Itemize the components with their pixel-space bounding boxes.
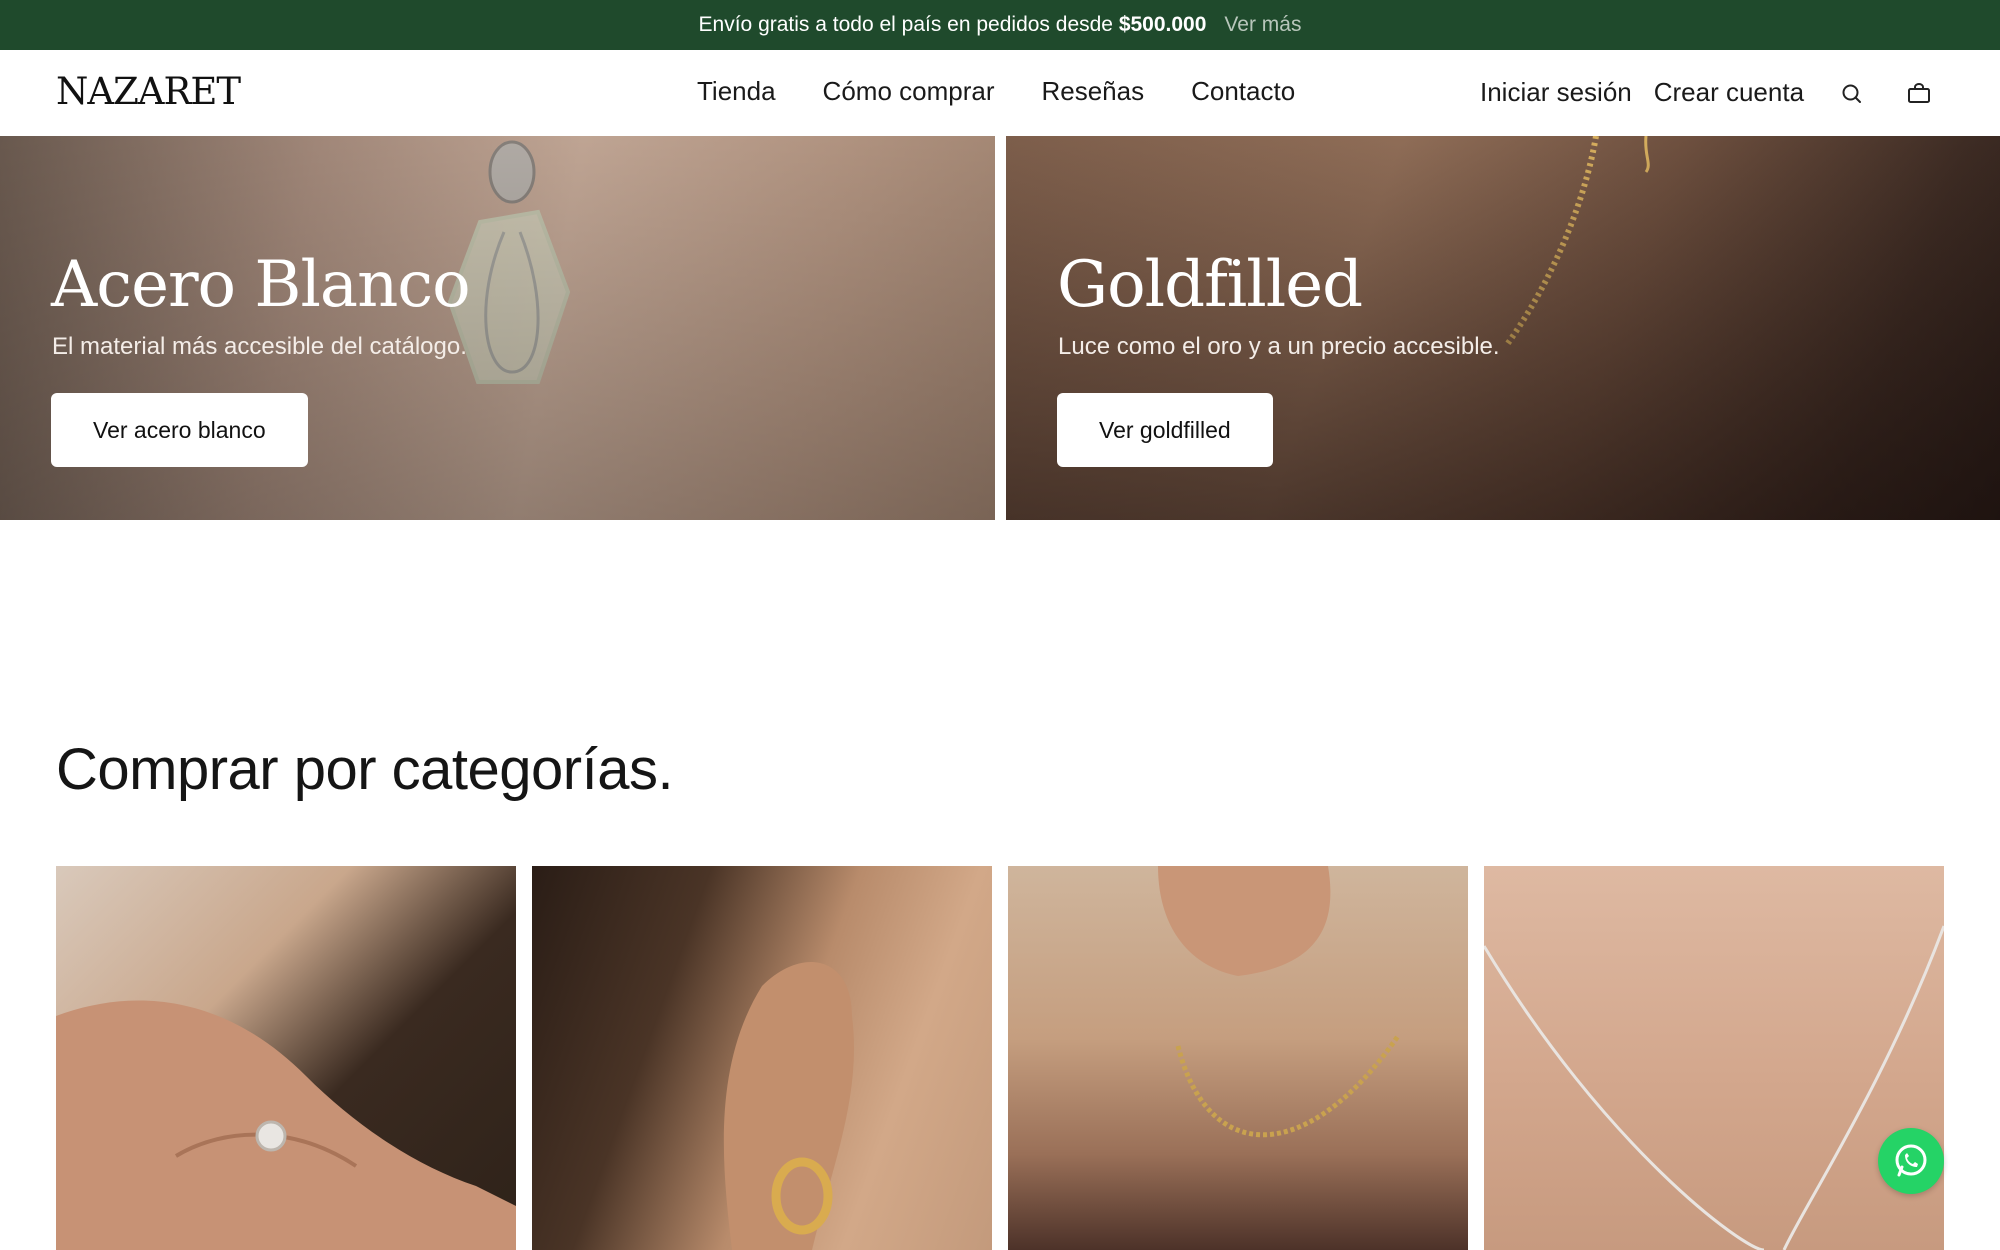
- brand-logo[interactable]: NAZARET: [56, 70, 241, 113]
- cart-icon[interactable]: [1905, 80, 1933, 108]
- gold-necklace-photo: [1158, 866, 1401, 1138]
- whatsapp-button[interactable]: [1878, 1128, 1944, 1194]
- ver-goldfilled-button[interactable]: Ver goldfilled: [1057, 393, 1273, 467]
- category-card-silver-necklaces[interactable]: [1484, 866, 1944, 1250]
- search-icon[interactable]: [1838, 80, 1866, 108]
- category-card-earrings[interactable]: [532, 866, 992, 1250]
- nav-item-como-comprar[interactable]: Cómo comprar: [823, 76, 995, 107]
- ring-photo: [56, 1000, 516, 1250]
- hero-subtitle: El material más accesible del catálogo.: [52, 333, 467, 360]
- nav-item-contacto[interactable]: Contacto: [1191, 76, 1295, 107]
- hero-acero-blanco: Acero Blanco El material más accesible d…: [0, 136, 995, 520]
- hero-subtitle: Luce como el oro y a un precio accesible…: [1058, 333, 1500, 360]
- category-card-rings[interactable]: [56, 866, 516, 1250]
- announcement-more-link[interactable]: Ver más: [1224, 13, 1301, 37]
- announcement-bar: Envío gratis a todo el país en pedidos d…: [0, 0, 2000, 50]
- site-header: NAZARET Tienda Cómo comprar Reseñas Cont…: [0, 50, 2000, 136]
- announcement-text: Envío gratis a todo el país en pedidos d…: [698, 13, 1207, 36]
- whatsapp-icon: [1895, 1144, 1927, 1177]
- hero-title: Goldfilled: [1057, 248, 1363, 322]
- hero-goldfilled: Goldfilled Luce como el oro y a un preci…: [1006, 136, 2000, 520]
- shipping-threshold: $500.000: [1118, 13, 1207, 36]
- register-link[interactable]: Crear cuenta: [1654, 77, 1804, 108]
- nav-item-resenas[interactable]: Reseñas: [1041, 76, 1144, 107]
- ver-acero-blanco-button[interactable]: Ver acero blanco: [51, 393, 308, 467]
- main-nav: Tienda Cómo comprar Reseñas Contacto: [697, 76, 1295, 107]
- categories-title: Comprar por categorías.: [56, 737, 674, 802]
- nav-item-tienda[interactable]: Tienda: [697, 76, 776, 107]
- silver-necklace-photo: [1484, 925, 1944, 1250]
- hero-title: Acero Blanco: [51, 248, 471, 322]
- login-link[interactable]: Iniciar sesión: [1480, 77, 1632, 108]
- earring-photo: [723, 962, 854, 1250]
- account-links: Iniciar sesión Crear cuenta: [1480, 77, 1804, 108]
- category-card-gold-necklaces[interactable]: [1008, 866, 1468, 1250]
